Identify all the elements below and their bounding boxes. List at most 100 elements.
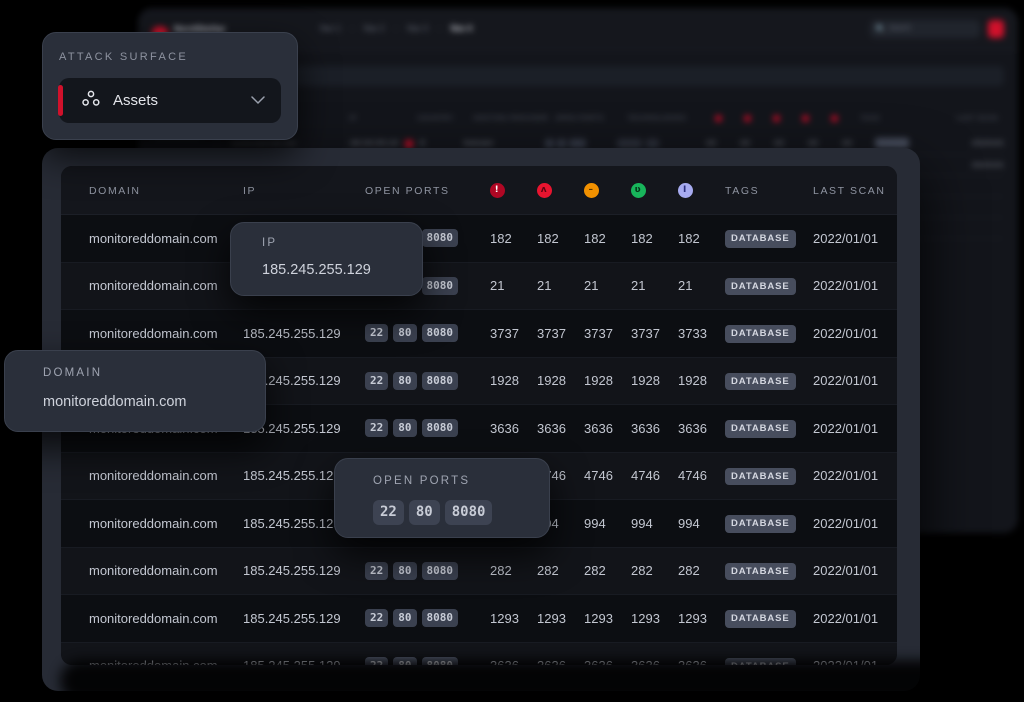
- tooltip-port-chip[interactable]: 80: [409, 500, 440, 525]
- cell-tags[interactable]: DATABASE: [725, 357, 813, 405]
- tag-badge[interactable]: DATABASE: [725, 278, 796, 296]
- cell-severity-medium[interactable]: 282: [584, 547, 631, 595]
- port-chip[interactable]: 8080: [422, 372, 459, 390]
- background-primary-button[interactable]: [988, 20, 1004, 38]
- cell-severity-high[interactable]: 1293: [537, 595, 584, 643]
- cell-severity-low[interactable]: 282: [631, 547, 678, 595]
- tag-badge[interactable]: DATABASE: [725, 563, 796, 581]
- cell-severity-low[interactable]: 3737: [631, 310, 678, 358]
- tag-badge[interactable]: DATABASE: [725, 420, 796, 438]
- cell-ip[interactable]: 185.245.255.129: [243, 547, 365, 595]
- cell-severity-medium[interactable]: 1293: [584, 595, 631, 643]
- th-ip[interactable]: IP: [243, 166, 365, 215]
- cell-tags[interactable]: DATABASE: [725, 215, 813, 263]
- cell-severity-high[interactable]: 182: [537, 215, 584, 263]
- cell-severity-critical[interactable]: 21: [490, 262, 537, 310]
- port-chip[interactable]: 22: [365, 609, 388, 627]
- port-chip[interactable]: 8080: [422, 609, 459, 627]
- cell-severity-low[interactable]: 1293: [631, 595, 678, 643]
- tag-badge[interactable]: DATABASE: [725, 468, 796, 486]
- port-chip[interactable]: 80: [393, 562, 416, 580]
- tooltip-port-chip[interactable]: 8080: [445, 500, 493, 525]
- nav-item-1[interactable]: Nav 1: [320, 24, 341, 33]
- port-chip[interactable]: 22: [365, 324, 388, 342]
- sidebar-item-assets[interactable]: Assets: [59, 78, 281, 123]
- cell-severity-critical[interactable]: 282: [490, 547, 537, 595]
- cell-domain[interactable]: monitoreddomain.com: [61, 547, 243, 595]
- port-chip[interactable]: 22: [365, 562, 388, 580]
- cell-tags[interactable]: DATABASE: [725, 452, 813, 500]
- th-severity-critical[interactable]: !: [490, 166, 537, 215]
- th-severity-low[interactable]: ʋ: [631, 166, 678, 215]
- cell-open-ports[interactable]: 22808080: [365, 595, 490, 643]
- cell-severity-info[interactable]: 182: [678, 215, 725, 263]
- cell-severity-high[interactable]: 282: [537, 547, 584, 595]
- tag-badge[interactable]: DATABASE: [725, 373, 796, 391]
- cell-severity-low[interactable]: 3636: [631, 405, 678, 453]
- cell-severity-critical[interactable]: 1928: [490, 357, 537, 405]
- th-severity-medium[interactable]: –: [584, 166, 631, 215]
- nav-item-4[interactable]: Nav 4: [451, 24, 472, 33]
- port-chip[interactable]: 22: [365, 419, 388, 437]
- cell-ip[interactable]: 185.245.255.129: [243, 595, 365, 643]
- th-severity-high[interactable]: ʌ: [537, 166, 584, 215]
- nav-item-3[interactable]: Nav 3: [407, 24, 428, 33]
- cell-severity-low[interactable]: 1928: [631, 357, 678, 405]
- cell-severity-high[interactable]: 3737: [537, 310, 584, 358]
- th-severity-info[interactable]: I: [678, 166, 725, 215]
- cell-domain[interactable]: monitoreddomain.com: [61, 500, 243, 548]
- cell-tags[interactable]: DATABASE: [725, 547, 813, 595]
- cell-severity-info[interactable]: 1293: [678, 595, 725, 643]
- cell-domain[interactable]: monitoreddomain.com: [61, 215, 243, 263]
- background-table-search[interactable]: 🔍 Search: [231, 66, 1004, 86]
- port-chip[interactable]: 8080: [422, 324, 459, 342]
- port-chip[interactable]: 80: [393, 419, 416, 437]
- cell-severity-critical[interactable]: 3737: [490, 310, 537, 358]
- cell-open-ports[interactable]: 22808080: [365, 357, 490, 405]
- port-chip[interactable]: 80: [393, 609, 416, 627]
- cell-severity-critical[interactable]: 182: [490, 215, 537, 263]
- table-row[interactable]: monitoreddomain.com185.245.255.129228080…: [61, 547, 897, 595]
- cell-open-ports[interactable]: 22808080: [365, 310, 490, 358]
- cell-tags[interactable]: DATABASE: [725, 310, 813, 358]
- cell-severity-low[interactable]: 994: [631, 500, 678, 548]
- cell-severity-high[interactable]: 1928: [537, 357, 584, 405]
- th-domain[interactable]: DOMAIN: [61, 166, 243, 215]
- port-chip[interactable]: 22: [365, 372, 388, 390]
- cell-tags[interactable]: DATABASE: [725, 405, 813, 453]
- cell-severity-medium[interactable]: 21: [584, 262, 631, 310]
- th-last-scan[interactable]: LAST SCAN: [813, 166, 897, 215]
- tag-badge[interactable]: DATABASE: [725, 610, 796, 628]
- port-chip[interactable]: 80: [393, 324, 416, 342]
- table-row[interactable]: monitoreddomain.com185.245.255.129228080…: [61, 262, 897, 310]
- tag-badge[interactable]: DATABASE: [725, 515, 796, 533]
- table-row[interactable]: monitoreddomain.com185.245.255.129228080…: [61, 595, 897, 643]
- nav-item-2[interactable]: Nav 2: [364, 24, 385, 33]
- table-row[interactable]: monitoreddomain.com185.245.255.129228080…: [61, 215, 897, 263]
- th-open-ports[interactable]: OPEN PORTS: [365, 166, 490, 215]
- cell-severity-critical[interactable]: 1293: [490, 595, 537, 643]
- cell-domain[interactable]: monitoreddomain.com: [61, 262, 243, 310]
- cell-domain[interactable]: monitoreddomain.com: [61, 452, 243, 500]
- cell-severity-info[interactable]: 282: [678, 547, 725, 595]
- cell-domain[interactable]: monitoreddomain.com: [61, 595, 243, 643]
- cell-severity-medium[interactable]: 4746: [584, 452, 631, 500]
- chevron-down-icon[interactable]: [251, 92, 265, 110]
- th-tags[interactable]: TAGS: [725, 166, 813, 215]
- cell-severity-low[interactable]: 21: [631, 262, 678, 310]
- cell-severity-high[interactable]: 3636: [537, 405, 584, 453]
- cell-severity-high[interactable]: 21: [537, 262, 584, 310]
- cell-open-ports[interactable]: 22808080: [365, 547, 490, 595]
- tooltip-port-chip[interactable]: 22: [373, 500, 404, 525]
- cell-severity-critical[interactable]: 3636: [490, 405, 537, 453]
- cell-severity-info[interactable]: 3733: [678, 310, 725, 358]
- port-chip[interactable]: 8080: [422, 562, 459, 580]
- port-chip[interactable]: 8080: [422, 229, 459, 247]
- cell-severity-low[interactable]: 4746: [631, 452, 678, 500]
- cell-severity-medium[interactable]: 994: [584, 500, 631, 548]
- cell-severity-medium[interactable]: 3636: [584, 405, 631, 453]
- cell-ip[interactable]: 185.245.255.129: [243, 310, 365, 358]
- cell-severity-info[interactable]: 4746: [678, 452, 725, 500]
- cell-severity-info[interactable]: 3636: [678, 405, 725, 453]
- cell-tags[interactable]: DATABASE: [725, 595, 813, 643]
